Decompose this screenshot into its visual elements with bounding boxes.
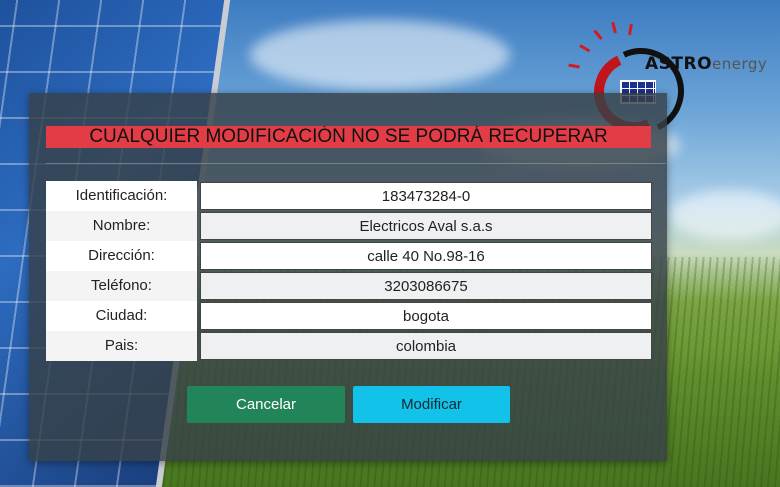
logo-ray bbox=[593, 29, 603, 40]
cancel-button[interactable]: Cancelar bbox=[187, 386, 345, 423]
label-ciudad: Ciudad: bbox=[46, 301, 197, 331]
cloud bbox=[670, 190, 780, 240]
logo-brand-main: ASTRO bbox=[645, 54, 713, 74]
label-telefono: Teléfono: bbox=[46, 271, 197, 301]
input-ciudad[interactable] bbox=[200, 302, 652, 330]
input-direccion[interactable] bbox=[200, 242, 652, 270]
input-nombre[interactable] bbox=[200, 212, 652, 240]
form-row-pais: Pais: bbox=[46, 331, 652, 361]
form-row-nombre: Nombre: bbox=[46, 211, 652, 241]
warning-banner: CUALQUIER MODIFICACIÓN NO SE PODRÁ RECUP… bbox=[46, 126, 651, 148]
modify-button[interactable]: Modificar bbox=[353, 386, 510, 423]
form-row-telefono: Teléfono: bbox=[46, 271, 652, 301]
label-nombre: Nombre: bbox=[46, 211, 197, 241]
logo-text: ASTROenergy bbox=[645, 54, 767, 74]
logo-ray bbox=[579, 44, 591, 53]
logo-ray bbox=[611, 21, 617, 34]
input-telefono[interactable] bbox=[200, 272, 652, 300]
label-pais: Pais: bbox=[46, 331, 197, 361]
form-row-identificacion: Identificación: bbox=[46, 181, 652, 211]
logo-brand-suffix: energy bbox=[712, 55, 768, 73]
logo-ray bbox=[568, 63, 580, 69]
input-pais[interactable] bbox=[200, 332, 652, 360]
label-identificacion: Identificación: bbox=[46, 181, 197, 211]
logo-ray bbox=[628, 23, 633, 36]
divider bbox=[46, 163, 666, 164]
input-identificacion[interactable] bbox=[200, 182, 652, 210]
form-row-ciudad: Ciudad: bbox=[46, 301, 652, 331]
cloud bbox=[250, 20, 510, 90]
client-form: Identificación: Nombre: Dirección: Teléf… bbox=[46, 181, 652, 361]
label-direccion: Dirección: bbox=[46, 241, 197, 271]
modify-client-dialog: CUALQUIER MODIFICACIÓN NO SE PODRÁ RECUP… bbox=[29, 93, 667, 461]
form-row-direccion: Dirección: bbox=[46, 241, 652, 271]
